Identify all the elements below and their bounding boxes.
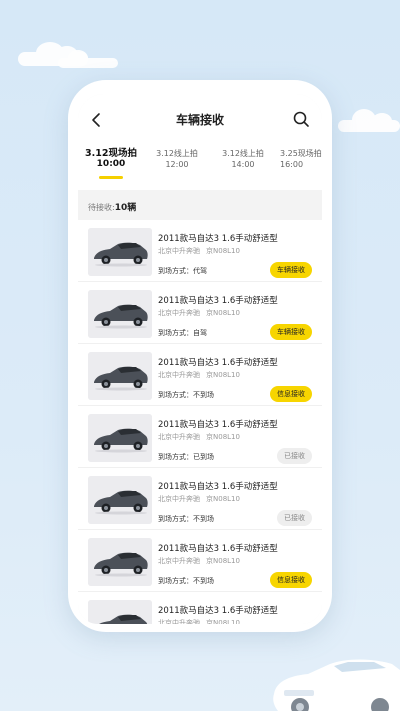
car-dealer-info: 北京中升奔驰 京N08L10 xyxy=(158,308,240,318)
session-tabs: 3.12现场拍 10:00 3.12线上拍 12:00 3.12线上拍 14:0… xyxy=(78,146,322,190)
car-model: 2011款马自达3 1.6手动舒适型 xyxy=(158,482,278,492)
receive-button[interactable]: 信息接收 xyxy=(270,572,312,588)
car-dealer-info: 北京中升奔驰 京N08L10 xyxy=(158,494,240,504)
vehicle-card[interactable]: 2011款马自达3 1.6手动舒适型 北京中升奔驰 京N08L10 到场方式：自驾 车辆… xyxy=(78,282,322,344)
plate-number: 京N08L10 xyxy=(206,495,240,503)
car-thumbnail xyxy=(88,600,152,624)
tab-time: 16:00 xyxy=(280,160,304,169)
car-thumbnail xyxy=(88,352,152,400)
pending-label: 待接收: xyxy=(88,203,115,212)
car-model: 2011款马自达3 1.6手动舒适型 xyxy=(158,234,278,244)
pending-count: 待接收:10辆 xyxy=(78,190,322,220)
dealer-name: 北京中升奔驰 xyxy=(158,619,200,624)
pending-value: 10辆 xyxy=(114,203,137,213)
received-badge: 已接收 xyxy=(277,510,312,526)
car-model: 2011款马自达3 1.6手动舒适型 xyxy=(158,296,278,306)
dealer-name: 北京中升奔驰 xyxy=(158,557,200,565)
car-thumbnail xyxy=(88,414,152,462)
received-badge: 已接收 xyxy=(277,448,312,464)
dealer-name: 北京中升奔驰 xyxy=(158,433,200,441)
car-dealer-info: 北京中升奔驰 京N08L10 xyxy=(158,618,240,624)
active-tab-indicator xyxy=(99,176,123,179)
plate-number: 京N08L10 xyxy=(206,619,240,624)
phone-frame: 车辆接收 3.12现场拍 10:00 3.12线上拍 12:00 3.12线上拍… xyxy=(68,80,332,632)
car-illustration xyxy=(273,659,400,711)
dealer-name: 北京中升奔驰 xyxy=(158,309,200,317)
arrival-mode: 到场方式：不到场 xyxy=(158,515,214,523)
vehicle-card[interactable]: 2011款马自达3 1.6手动舒适型 北京中升奔驰 京N08L10 到场方式：不到场 已… xyxy=(78,468,322,530)
plate-number: 京N08L10 xyxy=(206,371,240,379)
arrival-mode: 到场方式：已到场 xyxy=(158,453,214,461)
receive-button[interactable]: 信息接收 xyxy=(270,386,312,402)
receive-button[interactable]: 车辆接收 xyxy=(270,262,312,278)
car-model: 2011款马自达3 1.6手动舒适型 xyxy=(158,420,278,430)
vehicle-card[interactable]: 2011款马自达3 1.6手动舒适型北京中升奔驰 京N08L10 xyxy=(78,592,322,624)
page-title: 车辆接收 xyxy=(175,113,224,127)
car-thumbnail xyxy=(88,476,152,524)
car-thumbnail xyxy=(88,290,152,338)
dealer-name: 北京中升奔驰 xyxy=(158,495,200,503)
vehicle-card[interactable]: 2011款马自达3 1.6手动舒适型 北京中升奔驰 京N08L10 到场方式：不到场 信… xyxy=(78,530,322,592)
plate-number: 京N08L10 xyxy=(206,247,240,255)
cloud-decoration xyxy=(338,109,400,132)
car-dealer-info: 北京中升奔驰 京N08L10 xyxy=(158,556,240,566)
plate-number: 京N08L10 xyxy=(206,309,240,317)
search-icon[interactable] xyxy=(292,110,310,128)
nav-bar: 车辆接收 xyxy=(78,94,322,146)
vehicle-card[interactable]: 2011款马自达3 1.6手动舒适型 北京中升奔驰 京N08L10 到场方式：已到场 已… xyxy=(78,406,322,468)
tab-session[interactable]: 3.12线上拍 14:00 xyxy=(210,146,276,190)
tab-session[interactable]: 3.12线上拍 12:00 xyxy=(144,146,210,190)
vehicle-list: 2011款马自达3 1.6手动舒适型 北京中升奔驰 京N08L10 到场方式：代驾 车辆… xyxy=(78,220,322,624)
car-thumbnail xyxy=(88,228,152,276)
cloud-decoration xyxy=(58,50,118,68)
tab-session[interactable]: 3.12现场拍 10:00 xyxy=(78,146,144,190)
arrival-mode: 到场方式：自驾 xyxy=(158,329,207,337)
tab-label: 3.12线上拍 xyxy=(156,149,198,158)
car-dealer-info: 北京中升奔驰 京N08L10 xyxy=(158,432,240,442)
car-dealer-info: 北京中升奔驰 京N08L10 xyxy=(158,370,240,380)
tab-session[interactable]: 3.25现场拍 16:00 xyxy=(276,146,322,190)
plate-number: 京N08L10 xyxy=(206,433,240,441)
vehicle-card[interactable]: 2011款马自达3 1.6手动舒适型 北京中升奔驰 京N08L10 到场方式：不到场 信… xyxy=(78,344,322,406)
app-screen: 车辆接收 3.12现场拍 10:00 3.12线上拍 12:00 3.12线上拍… xyxy=(78,94,322,624)
tab-label: 3.25现场拍 xyxy=(280,149,322,158)
car-dealer-info: 北京中升奔驰 京N08L10 xyxy=(158,246,240,256)
receive-button[interactable]: 车辆接收 xyxy=(270,324,312,340)
car-model: 2011款马自达3 1.6手动舒适型 xyxy=(158,606,278,616)
car-model: 2011款马自达3 1.6手动舒适型 xyxy=(158,544,278,554)
tab-time: 12:00 xyxy=(165,160,189,169)
plate-number: 京N08L10 xyxy=(206,557,240,565)
dealer-name: 北京中升奔驰 xyxy=(158,247,200,255)
car-thumbnail xyxy=(88,538,152,586)
tab-label: 3.12线上拍 xyxy=(222,149,264,158)
car-model: 2011款马自达3 1.6手动舒适型 xyxy=(158,358,278,368)
arrival-mode: 到场方式：不到场 xyxy=(158,577,214,585)
arrival-mode: 到场方式：不到场 xyxy=(158,391,214,399)
dealer-name: 北京中升奔驰 xyxy=(158,371,200,379)
arrival-mode: 到场方式：代驾 xyxy=(158,267,207,275)
tab-label: 3.12现场拍 xyxy=(85,148,137,159)
tab-time: 10:00 xyxy=(96,159,126,169)
vehicle-card[interactable]: 2011款马自达3 1.6手动舒适型 北京中升奔驰 京N08L10 到场方式：代驾 车辆… xyxy=(78,220,322,282)
tab-time: 14:00 xyxy=(231,160,255,169)
